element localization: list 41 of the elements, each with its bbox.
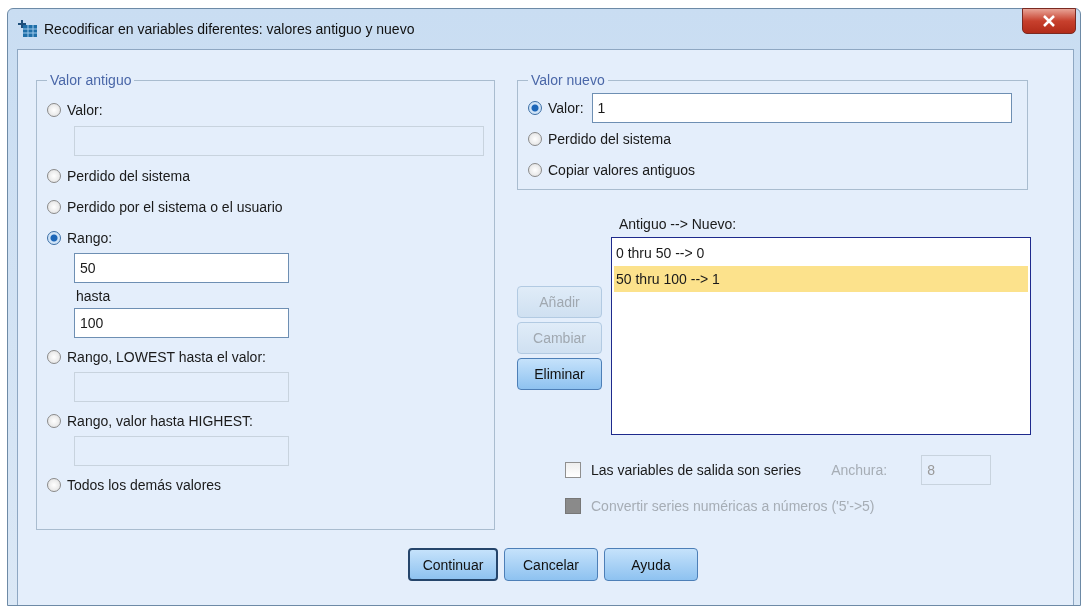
window-title: Recodificar en variables diferentes: valores antiguo y nuevo (44, 21, 415, 37)
radio-button[interactable] (528, 131, 542, 146)
radio-label: Rango, valor hasta HIGHEST: (67, 412, 253, 429)
radio-button[interactable] (47, 102, 61, 117)
dialog-button[interactable]: Continuar (408, 548, 498, 581)
group-legend: Valor nuevo (528, 72, 608, 88)
close-button[interactable] (1022, 8, 1076, 34)
dialog-button[interactable]: Cancelar (504, 548, 598, 581)
field-label: hasta (76, 288, 112, 304)
radio-label: Rango, LOWEST hasta el valor: (67, 348, 266, 365)
list-label: Antiguo --> Nuevo: (619, 216, 738, 232)
table-icon (18, 20, 38, 38)
radio-button[interactable] (47, 230, 61, 245)
radio-label: Perdido del sistema (548, 130, 671, 147)
radio-button[interactable] (47, 199, 61, 214)
close-icon (1042, 15, 1056, 27)
radio-button[interactable] (47, 477, 61, 492)
checkbox[interactable] (565, 462, 581, 478)
group-legend: Valor antiguo (47, 72, 135, 88)
input-field[interactable]: 1 (591, 92, 1012, 123)
radio-button[interactable] (47, 349, 61, 364)
radio-label: Valor: (67, 101, 103, 118)
radio-label: Rango: (67, 229, 113, 246)
radio-label: Todos los demás valores (67, 476, 222, 493)
radio-button[interactable] (528, 100, 542, 115)
radio-label: Perdido del sistema (67, 167, 190, 184)
field-label: Anchura: (831, 462, 888, 478)
list-button[interactable]: Eliminar (517, 358, 602, 390)
radio-label: Copiar valores antiguos (548, 161, 696, 178)
radio-label: Perdido por el sistema o el usuario (67, 198, 283, 215)
input-field[interactable]: 100 (74, 308, 289, 338)
checkbox-label: Las variables de salida son series (591, 462, 802, 478)
radio-label: Valor: (548, 99, 584, 116)
list-item[interactable]: 50 thru 100 --> 1 (614, 266, 1028, 292)
radio-button[interactable] (47, 413, 61, 428)
checkbox-label: Convertir series numéricas a números ('5'->5) (591, 498, 875, 514)
radio-button[interactable] (528, 162, 542, 177)
dialog-button[interactable]: Ayuda (604, 548, 698, 581)
list-item[interactable]: 0 thru 50 --> 0 (614, 240, 1028, 266)
radio-button[interactable] (47, 168, 61, 183)
input-field[interactable]: 50 (74, 253, 289, 283)
